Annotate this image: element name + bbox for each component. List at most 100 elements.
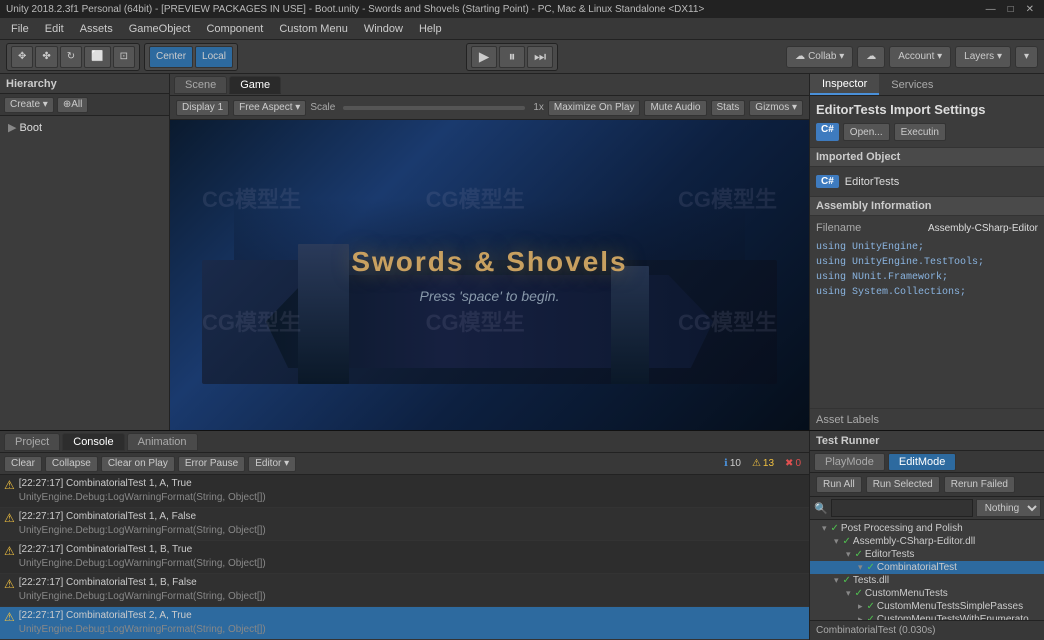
test-run-bar: Run All Run Selected Rerun Failed	[810, 473, 1044, 497]
layout-btn[interactable]: ▾	[1015, 46, 1038, 68]
test-filter-dropdown[interactable]: Nothing	[976, 499, 1041, 517]
error-pause-btn[interactable]: Error Pause	[178, 456, 245, 472]
code-line-2: using UnityEngine.TestTools;	[816, 255, 1038, 270]
menu-help[interactable]: Help	[412, 21, 449, 37]
menu-gameobject[interactable]: GameObject	[122, 21, 198, 37]
menu-edit[interactable]: Edit	[38, 21, 71, 37]
clear-on-play-btn[interactable]: Clear on Play	[101, 456, 175, 472]
mute-audio-btn[interactable]: Mute Audio	[644, 100, 706, 116]
console-entry-text: [22:27:17] CombinatorialTest 1, B, False…	[19, 576, 266, 604]
test-tree-item[interactable]: ▾✓Tests.dll	[810, 574, 1044, 587]
scale-label: Scale	[310, 102, 335, 113]
hierarchy-create-btn[interactable]: Create ▾	[4, 97, 54, 113]
rotate-tool-btn[interactable]: ↻	[60, 46, 82, 68]
error-count: 0	[795, 458, 801, 469]
maximize-on-play-btn[interactable]: Maximize On Play	[548, 100, 641, 116]
assembly-info-title: Assembly Information	[816, 200, 932, 212]
project-tab[interactable]: Project	[4, 433, 60, 451]
toolbar: ✥ ✤ ↻ ⬜ ⊡ Center Local ▶ ⏸ ⏭ ☁ Collab ▾ …	[0, 40, 1044, 74]
cloud-btn[interactable]: ☁	[857, 46, 885, 68]
filename-row: Filename Assembly-CSharp-Editor	[816, 220, 1038, 236]
display-btn[interactable]: Display 1	[176, 100, 229, 116]
console-area: Project Console Animation Clear Collapse…	[0, 431, 809, 640]
test-tree-item[interactable]: ▸✓CustomMenuTestsWithEnumerato...	[810, 613, 1044, 620]
step-btn[interactable]: ⏭	[527, 46, 553, 68]
menu-custom-menu[interactable]: Custom Menu	[272, 21, 354, 37]
inspector-panel: Inspector Services EditorTests Import Se…	[810, 74, 1044, 430]
aspect-btn[interactable]: Free Aspect ▾	[233, 100, 306, 116]
test-runner-header: Test Runner	[810, 431, 1044, 451]
console-tab[interactable]: Console	[62, 433, 124, 451]
warn-icon: ⚠	[752, 458, 761, 469]
run-selected-btn[interactable]: Run Selected	[866, 476, 940, 493]
collab-label: Collab ▾	[808, 51, 844, 62]
scale-slider[interactable]	[343, 106, 525, 110]
scene-tab[interactable]: Scene	[174, 76, 227, 94]
hand-tool-btn[interactable]: ✥	[11, 46, 33, 68]
menu-assets[interactable]: Assets	[73, 21, 120, 37]
maximize-btn[interactable]: □	[1004, 4, 1018, 15]
play-btn[interactable]: ▶	[471, 46, 497, 68]
game-tab[interactable]: Game	[229, 76, 281, 94]
expand-arrow-icon: ▸	[858, 601, 863, 612]
inspector-tabs: Inspector Services	[810, 74, 1044, 96]
hierarchy-all-btn[interactable]: ⊕All	[57, 97, 89, 113]
test-tree-item[interactable]: ▸✓CustomMenuTestsSimplePasses	[810, 600, 1044, 613]
test-filter-input[interactable]	[831, 499, 973, 517]
test-tree-item[interactable]: ▾✓CustomMenuTests	[810, 587, 1044, 600]
test-item-label: CombinatorialTest	[877, 562, 957, 573]
move-tool-btn[interactable]: ✤	[35, 46, 57, 68]
test-tree-item[interactable]: ▾✓CombinatorialTest	[810, 561, 1044, 574]
collapse-btn[interactable]: Collapse	[45, 456, 98, 472]
console-entry-text: [22:27:17] CombinatorialTest 1, A, TrueU…	[19, 477, 266, 505]
console-entry[interactable]: ⚠[22:27:17] CombinatorialTest 1, A, True…	[0, 475, 809, 508]
gizmos-btn[interactable]: Gizmos ▾	[749, 100, 803, 116]
editmode-tab-btn[interactable]: EditMode	[888, 453, 956, 471]
playmode-tab-btn[interactable]: PlayMode	[814, 453, 885, 471]
error-icon: ✖	[785, 458, 793, 469]
scale-tool-btn[interactable]: ⬜	[84, 46, 110, 68]
minimize-btn[interactable]: —	[982, 4, 1000, 15]
local-btn[interactable]: Local	[195, 46, 233, 68]
test-check-icon: ✓	[867, 601, 875, 612]
console-entry[interactable]: ⚠[22:27:17] CombinatorialTest 1, A, Fals…	[0, 508, 809, 541]
collab-icon: ☁	[795, 51, 805, 62]
menu-window[interactable]: Window	[357, 21, 410, 37]
rerun-failed-btn[interactable]: Rerun Failed	[944, 476, 1015, 493]
filename-label: Filename	[816, 222, 896, 234]
editor-filter-btn[interactable]: Editor ▾	[248, 456, 296, 472]
account-btn[interactable]: Account ▾	[889, 46, 951, 68]
menu-file[interactable]: File	[4, 21, 36, 37]
test-tree-item[interactable]: ▾✓EditorTests	[810, 548, 1044, 561]
imported-object-name: EditorTests	[845, 176, 899, 188]
hierarchy-item-boot[interactable]: ▶ Boot	[4, 120, 165, 135]
test-tree-item[interactable]: ▾✓Assembly-CSharp-Editor.dll	[810, 535, 1044, 548]
test-tree-item[interactable]: ▾✓Post Processing and Polish	[810, 522, 1044, 535]
code-block: using UnityEngine; using UnityEngine.Tes…	[816, 240, 1038, 300]
rect-tool-btn[interactable]: ⊡	[113, 46, 135, 68]
console-entry[interactable]: ⚠[22:27:17] CombinatorialTest 1, B, Fals…	[0, 574, 809, 607]
animation-tab[interactable]: Animation	[127, 433, 198, 451]
expand-arrow-icon: ▾	[846, 549, 851, 560]
open-btn[interactable]: Open...	[843, 123, 890, 141]
pause-btn[interactable]: ⏸	[499, 46, 525, 68]
layers-btn[interactable]: Layers ▾	[955, 46, 1011, 68]
hierarchy-toolbar: Create ▾ ⊕All	[0, 94, 169, 116]
run-all-btn[interactable]: Run All	[816, 476, 862, 493]
test-item-label: CustomMenuTests	[865, 588, 948, 599]
info-count: 10	[730, 458, 741, 469]
menu-component[interactable]: Component	[199, 21, 270, 37]
center-btn[interactable]: Center	[149, 46, 193, 68]
stats-btn[interactable]: Stats	[711, 100, 746, 116]
execute-btn[interactable]: Executin	[894, 123, 946, 141]
window-controls[interactable]: — □ ✕	[982, 4, 1038, 15]
collab-btn[interactable]: ☁ Collab ▾	[786, 46, 853, 68]
close-btn[interactable]: ✕	[1022, 4, 1038, 15]
services-tab[interactable]: Services	[879, 74, 945, 95]
right-side: Inspector Services EditorTests Import Se…	[809, 74, 1044, 430]
warn-badge: ⚠ 13	[748, 458, 778, 469]
console-entry[interactable]: ⚠[22:27:17] CombinatorialTest 2, A, True…	[0, 607, 809, 640]
console-entry[interactable]: ⚠[22:27:17] CombinatorialTest 1, B, True…	[0, 541, 809, 574]
inspector-tab[interactable]: Inspector	[810, 74, 879, 95]
clear-btn[interactable]: Clear	[4, 456, 42, 472]
